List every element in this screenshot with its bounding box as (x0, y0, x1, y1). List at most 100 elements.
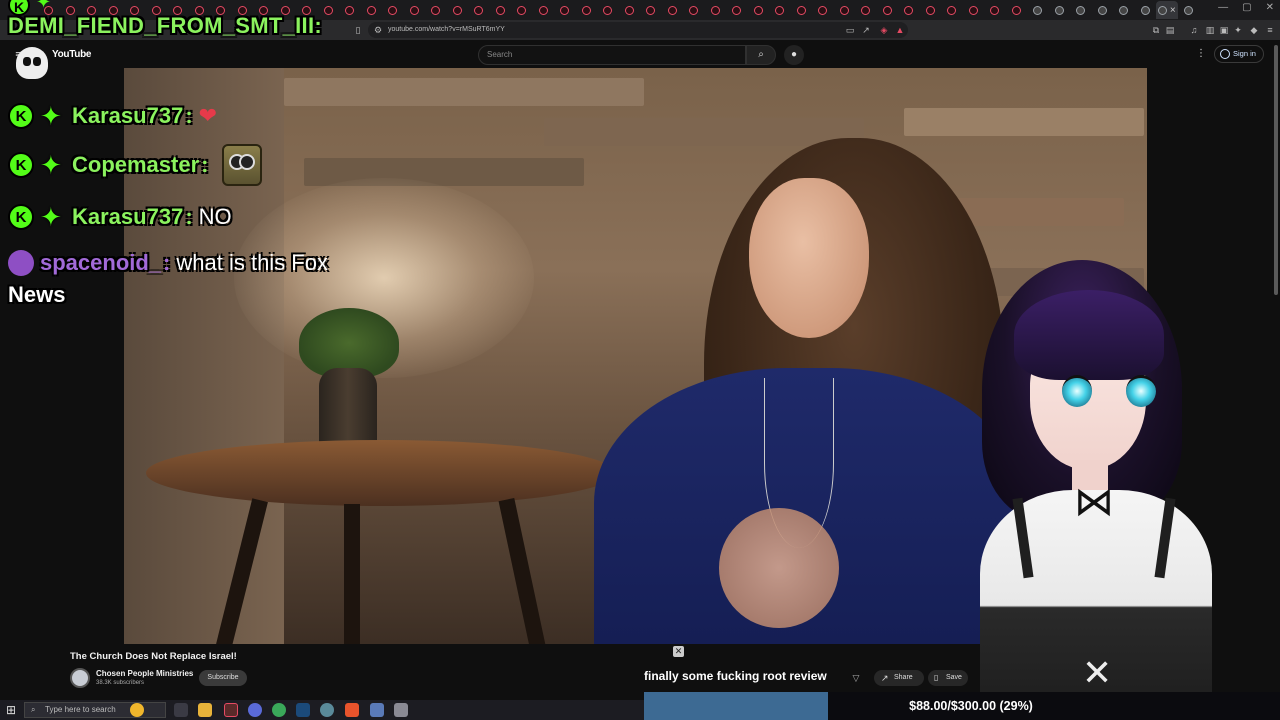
task-view-icon[interactable] (174, 703, 188, 717)
wall-plank (904, 108, 1144, 136)
browser-tab[interactable]: × (1156, 1, 1178, 19)
browser-tab[interactable] (1178, 1, 1200, 19)
browser-tab[interactable] (361, 1, 383, 19)
chrome-app-icon[interactable] (272, 703, 286, 717)
browser-tab[interactable] (1113, 1, 1135, 19)
menu-icon[interactable]: ≡ (1264, 24, 1276, 36)
youtube-logo[interactable]: YouTube (52, 49, 92, 60)
kick-badge-icon: K (8, 103, 34, 129)
browser-tab[interactable] (855, 1, 877, 19)
sign-in-label: Sign in (1233, 49, 1256, 58)
sidebar-icon[interactable]: ▤ (1164, 24, 1176, 36)
puzzle-icon[interactable]: ✦ (1232, 24, 1244, 36)
address-bar[interactable]: ⚙ youtube.com/watch?v=rMSuRT6mYY (368, 22, 908, 38)
browser-tab[interactable] (576, 1, 598, 19)
browser-tab[interactable] (511, 1, 533, 19)
discord-app-icon[interactable] (248, 703, 262, 717)
browser-tab[interactable] (1049, 1, 1071, 19)
split-view-icon[interactable]: ▥ (1204, 24, 1216, 36)
browser-tab[interactable] (791, 1, 813, 19)
close-window-button[interactable]: ✕ (1266, 2, 1274, 13)
tab-favicon-icon (560, 5, 570, 15)
browser-tab[interactable] (941, 1, 963, 19)
browser-tab[interactable] (1027, 1, 1049, 19)
site-info-icon[interactable]: ⚙ (372, 24, 384, 36)
donation-goal-bar: $88.00/$300.00 (29%) (644, 692, 1280, 720)
browser-tab[interactable] (1092, 1, 1114, 19)
browser-tab[interactable] (597, 1, 619, 19)
sparkle-badge-icon: ✦ (40, 202, 62, 232)
tab-favicon-icon (1011, 5, 1021, 15)
browser-tab[interactable] (554, 1, 576, 19)
browser-tab[interactable] (662, 1, 684, 19)
browser-tab[interactable] (339, 1, 361, 19)
sign-in-button[interactable]: Sign in (1214, 45, 1264, 63)
save-button[interactable]: ▯ Save (928, 670, 968, 686)
maximize-button[interactable]: ▢ (1242, 2, 1251, 13)
browser-tab[interactable] (984, 1, 1006, 19)
share-page-icon[interactable]: ↗ (860, 24, 872, 36)
browser-tab[interactable] (769, 1, 791, 19)
save-label: Save (946, 674, 962, 681)
browser-tab[interactable] (748, 1, 770, 19)
windows-start-icon[interactable]: ⊞ (4, 703, 18, 717)
browser-tab[interactable] (425, 1, 447, 19)
taskbar-search-input[interactable]: ⌕ Type here to search (24, 702, 166, 718)
browser-tab[interactable] (920, 1, 942, 19)
browser-tab[interactable] (963, 1, 985, 19)
app-icon[interactable] (394, 703, 408, 717)
shield-icon[interactable]: ◈ (878, 24, 890, 36)
search-input[interactable]: Search (478, 45, 746, 65)
brave-app-icon[interactable] (345, 703, 359, 717)
browser-tab[interactable] (404, 1, 426, 19)
media-icon[interactable]: ♫ (1188, 24, 1200, 36)
browser-tab[interactable] (447, 1, 469, 19)
browser-tab[interactable] (533, 1, 555, 19)
tab-favicon-icon (1119, 5, 1129, 15)
browser-tab[interactable] (490, 1, 512, 19)
browser-tab[interactable] (640, 1, 662, 19)
vpn-icon[interactable]: ◆ (1248, 24, 1260, 36)
scrollbar-thumb[interactable] (1274, 45, 1278, 295)
browser-tab[interactable] (1006, 1, 1028, 19)
dislike-button[interactable]: ▽ (846, 670, 866, 686)
tab-close-icon[interactable]: × (1170, 5, 1176, 16)
browser-tab[interactable] (1070, 1, 1092, 19)
vtuber-avatar: ⋈ ✕ (962, 250, 1228, 700)
close-icon[interactable]: ✕ (673, 646, 684, 657)
emoji-app-icon[interactable] (130, 703, 144, 717)
extensions-icon[interactable]: ⧉ (1150, 24, 1162, 36)
file-explorer-icon[interactable] (198, 703, 212, 717)
browser-tab[interactable] (726, 1, 748, 19)
app-icon[interactable] (370, 703, 384, 717)
browser-tab[interactable] (877, 1, 899, 19)
bookmark-icon[interactable]: ▯ (352, 24, 364, 36)
table-leg (498, 497, 546, 644)
subscribe-button[interactable]: Subscribe (199, 670, 247, 686)
channel-avatar[interactable] (70, 668, 90, 688)
share-label: Share (894, 674, 913, 681)
browser-tab[interactable] (683, 1, 705, 19)
browser-tab[interactable] (834, 1, 856, 19)
wallet-icon[interactable]: ▣ (1218, 24, 1230, 36)
search-button[interactable]: ⌕ (746, 45, 776, 65)
browser-tab[interactable] (705, 1, 727, 19)
browser-tab[interactable] (619, 1, 641, 19)
channel-name[interactable]: Chosen People Ministries (96, 669, 193, 678)
voice-search-button[interactable]: ● (784, 45, 804, 65)
more-options-icon[interactable]: ⋮ (1196, 48, 1206, 59)
minimize-button[interactable]: — (1218, 2, 1228, 13)
alert-icon[interactable]: ▲ (894, 24, 906, 36)
browser-tab[interactable] (1135, 1, 1157, 19)
browser-tab[interactable] (898, 1, 920, 19)
app-icon[interactable] (320, 703, 334, 717)
obs-app-icon[interactable] (224, 703, 238, 717)
tab-favicon-icon (474, 5, 484, 15)
browser-tab[interactable] (468, 1, 490, 19)
share-button[interactable]: ↗ Share (874, 670, 924, 686)
chat-message: spacenoid_ : what is this Fox (8, 248, 328, 278)
browser-tab[interactable] (812, 1, 834, 19)
steam-app-icon[interactable] (296, 703, 310, 717)
browser-tab[interactable] (382, 1, 404, 19)
install-app-icon[interactable]: ▭ (844, 24, 856, 36)
